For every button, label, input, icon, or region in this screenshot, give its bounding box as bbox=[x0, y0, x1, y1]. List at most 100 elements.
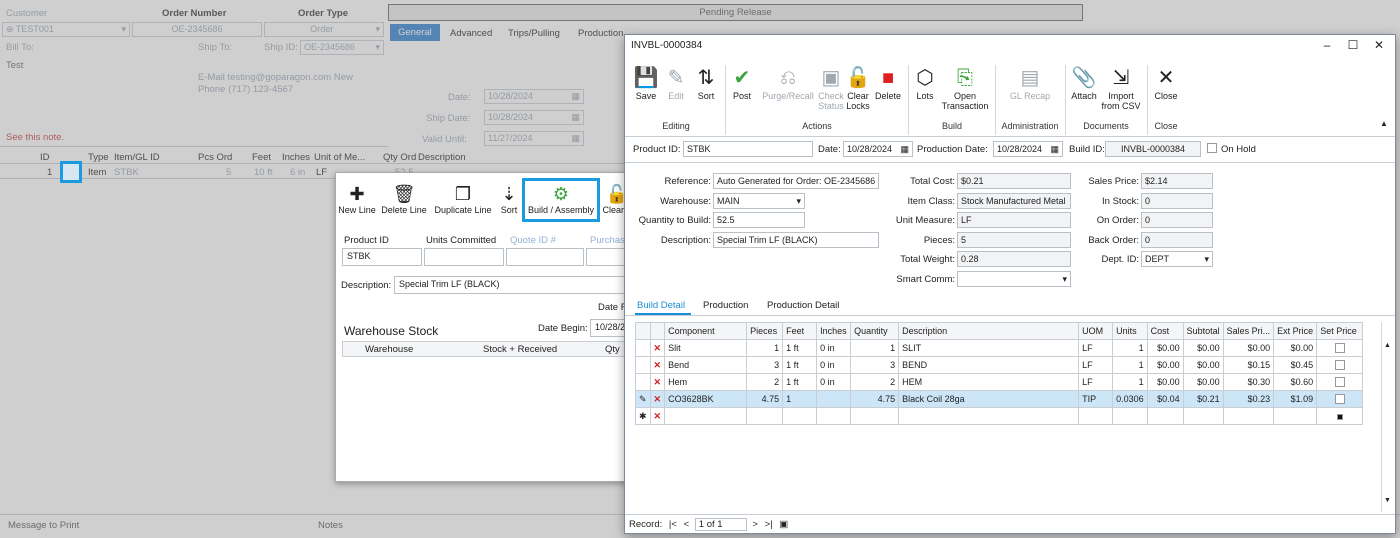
col-component[interactable]: Component bbox=[664, 322, 748, 340]
table-row[interactable]: ✕ Bend 3 1 ft 0 in 3 BEND LF 1 $0.00 $0.00 $0.15 $0… bbox=[635, 356, 1364, 374]
col-quantity[interactable]: Quantity bbox=[850, 322, 900, 340]
production-date-field[interactable]: 10/28/2024 ▦ bbox=[993, 141, 1063, 157]
table-row[interactable]: ✕ Hem 2 1 ft 0 in 2 HEM LF 1 $0.00 $0.00 $0.30 $0.6… bbox=[635, 373, 1364, 391]
minimize-icon[interactable]: – bbox=[1317, 38, 1337, 52]
set-price-checkbox[interactable] bbox=[1316, 373, 1364, 391]
check-status-button[interactable]: ▣ Check Status bbox=[817, 65, 845, 111]
on-hold-checkbox[interactable] bbox=[1207, 143, 1217, 154]
lots-icon: ⬡ bbox=[916, 67, 934, 89]
first-record-icon[interactable]: |< bbox=[669, 519, 677, 530]
dept-id-select[interactable]: DEPT ▾ bbox=[1141, 251, 1213, 267]
description-field[interactable]: Special Trim LF (BLACK) bbox=[394, 276, 629, 294]
prev-record-icon[interactable]: < bbox=[684, 519, 690, 530]
item-class-label: Item Class: bbox=[907, 196, 955, 207]
attach-button[interactable]: 📎 Attach bbox=[1069, 65, 1099, 101]
purge-icon: ⎌ bbox=[780, 67, 796, 89]
dialog-title: INVBL-0000384 bbox=[631, 40, 703, 51]
record-position[interactable]: 1 of 1 bbox=[694, 518, 747, 531]
tab-production[interactable]: Production bbox=[703, 300, 748, 311]
window-close-icon[interactable]: ✕ bbox=[1369, 38, 1389, 52]
grid-scrollbar[interactable]: ▲ ▼ bbox=[1381, 322, 1393, 512]
date-field[interactable]: 10/28/2024 ▦ bbox=[843, 141, 913, 157]
col-description[interactable]: Description bbox=[898, 322, 1080, 340]
col-sales-price[interactable]: Sales Pri... bbox=[1222, 322, 1275, 340]
set-price-checkbox[interactable] bbox=[1316, 390, 1364, 408]
quote-id-field[interactable] bbox=[506, 248, 584, 266]
col-set-price[interactable]: Set Price bbox=[1316, 322, 1364, 340]
delete-row-icon[interactable]: ✕ bbox=[649, 390, 666, 408]
new-row[interactable]: ✱ ✕ bbox=[635, 407, 1364, 425]
lock-icon: 🔓 bbox=[845, 67, 871, 89]
calendar-icon[interactable]: ▦ bbox=[1050, 144, 1059, 155]
lots-button[interactable]: ⬡ Lots bbox=[913, 65, 937, 101]
calendar-icon[interactable]: ▦ bbox=[900, 144, 909, 155]
col-uom[interactable]: UOM bbox=[1078, 322, 1114, 340]
sort-icon: ⇅ bbox=[697, 67, 715, 89]
description-field[interactable]: Special Trim LF (BLACK) bbox=[713, 232, 879, 248]
open-transaction-button[interactable]: ⎘ Open Transaction bbox=[939, 65, 991, 111]
maximize-icon[interactable]: ☐ bbox=[1343, 38, 1363, 52]
col-ext-price[interactable]: Ext Price bbox=[1273, 322, 1318, 340]
import-icon: ⇲ bbox=[1112, 67, 1130, 89]
set-price-checkbox[interactable] bbox=[1316, 407, 1364, 425]
new-line-button[interactable]: ✚ New Line bbox=[338, 183, 376, 215]
build-id-field: INVBL-0000384 bbox=[1105, 141, 1201, 157]
line-item-popup: ✚ New Line 🗑 Delete Line ❐ Duplicate Line ⇣… bbox=[335, 172, 630, 482]
col-cost[interactable]: Cost bbox=[1146, 322, 1184, 340]
administration-group-label: Administration bbox=[1001, 121, 1059, 131]
build-id-label: Build ID: bbox=[1069, 144, 1105, 155]
last-record-icon[interactable]: >| bbox=[765, 519, 773, 530]
col-pieces[interactable]: Pieces bbox=[746, 322, 784, 340]
reference-field[interactable]: Auto Generated for Order: OE-2345686 bbox=[713, 173, 879, 189]
units-committed-label: Units Committed bbox=[426, 235, 497, 246]
smart-comm-select[interactable]: ▾ bbox=[957, 271, 1071, 287]
sort-button[interactable]: ⇣ Sort bbox=[498, 183, 520, 215]
save-button[interactable]: 💾 Save bbox=[633, 65, 659, 101]
paperclip-icon: 📎 bbox=[1071, 67, 1097, 89]
set-price-checkbox[interactable] bbox=[1316, 356, 1364, 374]
delete-button[interactable]: ■ Delete bbox=[873, 65, 903, 101]
collapse-ribbon-icon[interactable]: ▲ bbox=[1380, 119, 1388, 128]
set-price-checkbox[interactable] bbox=[1316, 339, 1364, 357]
close-group-label: Close bbox=[1154, 121, 1178, 131]
gl-recap-button[interactable]: ▤ GL Recap bbox=[999, 65, 1061, 101]
build-line-icon[interactable] bbox=[60, 161, 82, 183]
tab-build-detail[interactable]: Build Detail bbox=[637, 300, 685, 311]
col-subtotal[interactable]: Subtotal bbox=[1182, 322, 1224, 340]
delete-row-icon[interactable]: ✕ bbox=[649, 356, 666, 374]
table-row[interactable]: ✕ Slit 1 1 ft 0 in 1 SLIT LF 1 $0.00 $0.00 $0.00 $0… bbox=[635, 339, 1364, 357]
import-csv-button[interactable]: ⇲ Import from CSV bbox=[1101, 65, 1141, 111]
clear-locks-ribbon-button[interactable]: 🔓 Clear Locks bbox=[845, 65, 871, 111]
scroll-down-icon[interactable]: ▼ bbox=[1382, 497, 1393, 504]
delete-row-icon[interactable]: ✕ bbox=[649, 407, 666, 425]
reference-label: Reference: bbox=[664, 176, 711, 187]
qty-to-build-field[interactable]: 52.5 bbox=[713, 212, 805, 228]
units-committed-field[interactable] bbox=[424, 248, 504, 266]
open-transaction-icon: ⎘ bbox=[957, 67, 973, 89]
pieces-label: Pieces: bbox=[923, 235, 955, 246]
delete-line-button[interactable]: 🗑 Delete Line bbox=[380, 183, 428, 215]
edit-pencil-icon: ✎ bbox=[635, 390, 651, 408]
next-record-icon[interactable]: > bbox=[752, 519, 758, 530]
table-row[interactable]: ✎ ✕ CO3628BK 4.75 1 4.75 Black Coil 28ga TIP 0.… bbox=[635, 390, 1364, 408]
build-assembly-button[interactable]: ⚙ Build / Assembly bbox=[522, 178, 600, 222]
item-class-field: Stock Manufactured Metal bbox=[957, 193, 1071, 209]
edit-button[interactable]: ✎ Edit bbox=[665, 65, 687, 101]
new-record-icon[interactable]: ▣ bbox=[779, 519, 788, 530]
warehouse-label: Warehouse: bbox=[660, 196, 711, 207]
purge-recall-button[interactable]: ⎌ Purge/Recall bbox=[759, 65, 817, 101]
duplicate-line-button[interactable]: ❐ Duplicate Line bbox=[432, 183, 494, 215]
product-id-field[interactable]: STBK bbox=[683, 141, 813, 157]
scroll-up-icon[interactable]: ▲ bbox=[1382, 342, 1393, 349]
col-units[interactable]: Units bbox=[1112, 322, 1148, 340]
delete-row-icon[interactable]: ✕ bbox=[649, 373, 666, 391]
col-feet[interactable]: Feet bbox=[782, 322, 818, 340]
sort-ribbon-button[interactable]: ⇅ Sort bbox=[693, 65, 719, 101]
tab-production-detail[interactable]: Production Detail bbox=[767, 300, 839, 311]
post-button[interactable]: ✔ Post bbox=[729, 65, 755, 101]
delete-row-icon[interactable]: ✕ bbox=[649, 339, 666, 357]
close-button[interactable]: ✕ Close bbox=[1151, 65, 1181, 101]
product-id-field[interactable]: STBK bbox=[342, 248, 422, 266]
col-inches[interactable]: Inches bbox=[816, 322, 852, 340]
warehouse-select[interactable]: MAIN ▾ bbox=[713, 193, 805, 209]
